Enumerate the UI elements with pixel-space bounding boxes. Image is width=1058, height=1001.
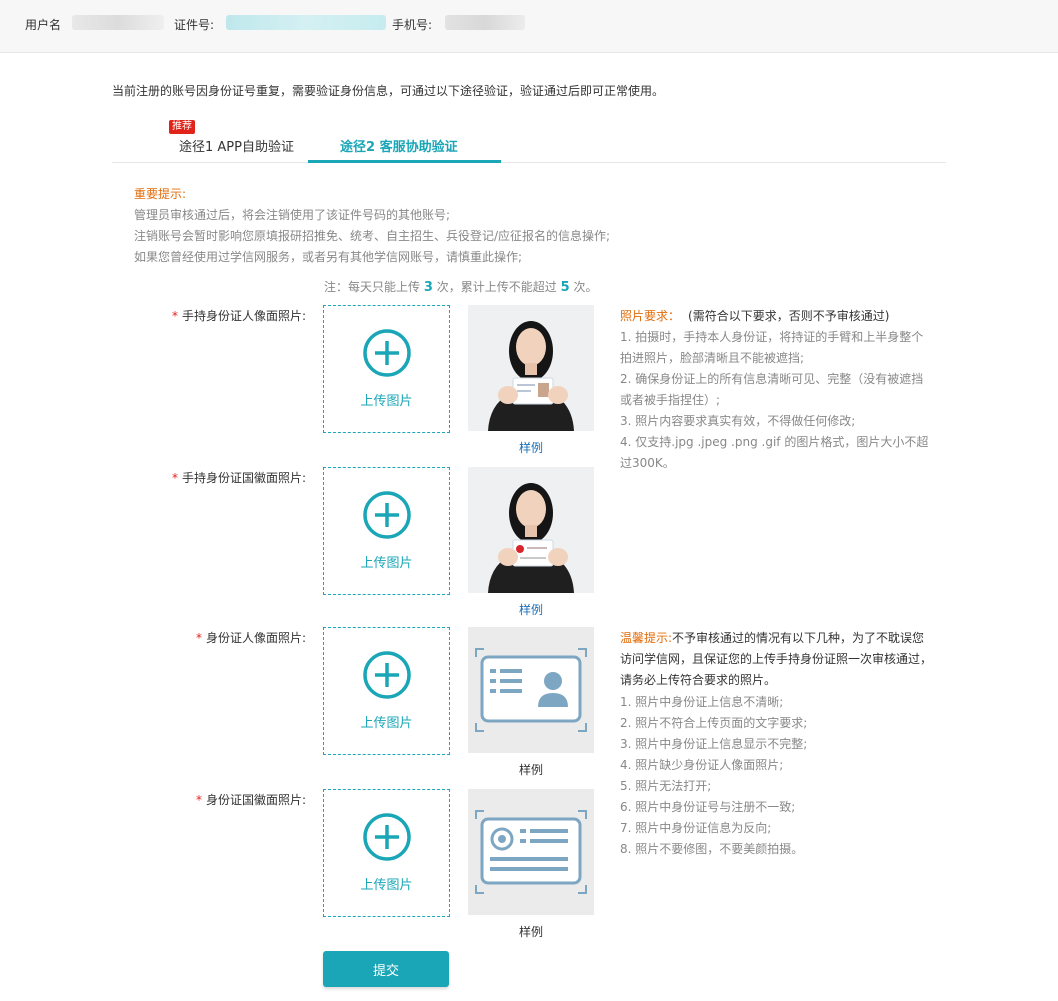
upload-id-portrait[interactable]: 上传图片 [323, 627, 450, 755]
sample-caption: 样例 [518, 925, 543, 939]
id-card-portrait-icon [468, 627, 594, 753]
plus-circle-icon [363, 491, 411, 539]
requirement-item: 3. 照片内容要求真实有效，不得做任何修改; [620, 414, 856, 428]
upload-label-handheld-emblem: * 手持身份证国徽面照片: [171, 471, 306, 485]
id-number-redacted [226, 15, 386, 30]
active-tab-indicator [308, 160, 501, 163]
sample-caption: 样例 [518, 763, 543, 777]
recommended-badge: 推荐 [169, 120, 195, 134]
upload-label-handheld-portrait: * 手持身份证人像面照片: [171, 309, 306, 323]
username-redacted [72, 15, 164, 30]
sample-link[interactable]: 样例 [468, 439, 594, 456]
user-info-bar: 用户名 证件号: 手机号: [0, 0, 1058, 53]
duplicate-id-notice: 当前注册的账号因身份证号重复，需要验证身份信息，可通过以下途径验证，验证通过后即… [112, 84, 665, 98]
upload-text: 上传图片 [360, 556, 413, 571]
phone-label: 手机号: [392, 18, 433, 32]
rejection-reason: 5. 照片无法打开; [620, 779, 712, 793]
plus-circle-icon [363, 651, 411, 699]
upload-text: 上传图片 [360, 716, 413, 731]
upload-text: 上传图片 [360, 394, 413, 409]
tips-line: 如果您曾经使用过学信网服务，或者另有其他学信网账号，请慎重此操作; [134, 250, 523, 264]
upload-id-emblem[interactable]: 上传图片 [323, 789, 450, 917]
important-tips-title: 重要提示: [134, 187, 187, 201]
id-card-emblem-icon [468, 789, 594, 915]
rejection-reason: 8. 照片不要修图，不要美颜拍摄。 [620, 842, 804, 856]
rejection-reason: 3. 照片中身份证上信息显示不完整; [620, 737, 808, 751]
plus-circle-icon [363, 329, 411, 377]
phone-redacted [445, 15, 525, 30]
upload-label-id-emblem: * 身份证国徽面照片: [195, 793, 306, 807]
tips-line: 注销账号会暂时影响您原填报研招推免、统考、自主招生、兵役登记/应征报名的信息操作… [134, 229, 611, 243]
rejection-reason: 6. 照片中身份证号与注册不一致; [620, 800, 796, 814]
requirement-item: 2. 确保身份证上的所有信息清晰可见、完整（没有被遮挡或者被手指捏住）; [620, 372, 924, 407]
warm-tips: 温馨提示:不予审核通过的情况有以下几种，为了不耽误您访问学信网，且保证您的上传手… [620, 631, 933, 687]
verification-tabs: 推荐 途径1 APP自助验证 途径2 客服协助验证 [112, 118, 946, 163]
upload-text: 上传图片 [360, 878, 413, 893]
submit-button[interactable]: 提交 [323, 951, 449, 987]
rejection-reason: 4. 照片缺少身份证人像面照片; [620, 758, 784, 772]
rejection-reason: 2. 照片不符合上传页面的文字要求; [620, 716, 808, 730]
total-limit: 5 [560, 280, 570, 295]
photo-requirements-title: 照片要求： (需符合以下要求，否则不予审核通过) [620, 309, 890, 323]
requirement-item: 4. 仅支持.jpg .jpeg .png .gif 的图片格式，图片大小不超过… [620, 435, 929, 470]
requirement-item: 1. 拍摄时，手持本人身份证，将持证的手臂和上半身整个拍进照片，脸部清晰且不能被… [620, 330, 924, 365]
rejection-reason: 7. 照片中身份证信息为反向; [620, 821, 772, 835]
tab-app-verification[interactable]: 途径1 APP自助验证 [179, 136, 294, 155]
rejection-reason: 1. 照片中身份证上信息不清晰; [620, 695, 784, 709]
sample-link[interactable]: 样例 [468, 601, 594, 618]
upload-limit-note: 注：每天只能上传 3 次，累计上传不能超过 5 次。 [324, 280, 598, 295]
plus-circle-icon [363, 813, 411, 861]
sample-handheld-emblem-image [468, 467, 594, 593]
upload-handheld-portrait[interactable]: 上传图片 [323, 305, 450, 433]
daily-limit: 3 [423, 280, 433, 295]
id-label: 证件号: [174, 18, 215, 32]
sample-handheld-portrait-image [468, 305, 594, 431]
upload-handheld-emblem[interactable]: 上传图片 [323, 467, 450, 595]
upload-label-id-portrait: * 身份证人像面照片: [195, 631, 306, 645]
tab-service-verification[interactable]: 途径2 客服协助验证 [340, 136, 458, 155]
tips-line: 管理员审核通过后，将会注销使用了该证件号码的其他账号; [134, 208, 451, 222]
username-label: 用户名 [25, 18, 62, 32]
